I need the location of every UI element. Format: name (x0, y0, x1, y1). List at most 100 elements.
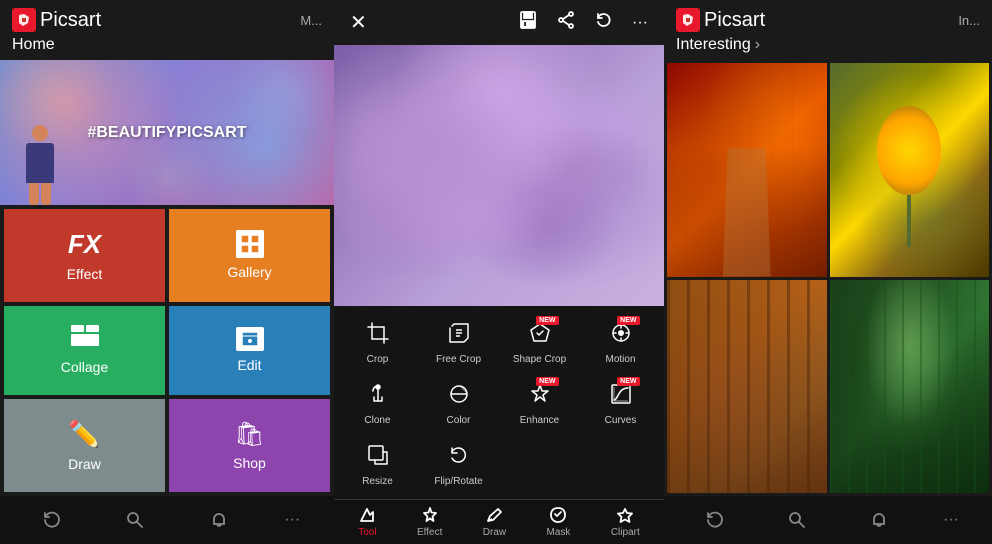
header-right-text: M... (300, 13, 322, 28)
effect-tab-label: Effect (417, 527, 442, 538)
mask-tab-label: Mask (547, 527, 571, 538)
gallery-panel: Picsart In... Interesting › (664, 0, 992, 544)
color-label: Color (447, 415, 471, 426)
gallery-section-title: Interesting (676, 36, 751, 54)
editor-header: ✕ (334, 0, 664, 45)
close-button[interactable]: ✕ (350, 10, 367, 35)
clipart-tab-label: Clipart (611, 527, 640, 538)
gallery-logo: Picsart (676, 8, 765, 32)
share-button[interactable] (556, 10, 576, 35)
crop-label: Crop (367, 354, 389, 365)
curves-new-badge: NEW (617, 377, 639, 386)
gallery-section-arrow: › (755, 36, 760, 54)
color-tool[interactable]: Color (419, 375, 498, 434)
editor-header-icons: ··· (518, 10, 648, 35)
crop-tool[interactable]: Crop (338, 314, 417, 373)
notification-button[interactable] (201, 502, 237, 538)
free-crop-tool[interactable]: Free Crop (419, 314, 498, 373)
curves-tool[interactable]: NEW Curves (581, 375, 660, 434)
draw-icon: ✏️ (68, 419, 100, 450)
tile-edit-label: Edit (237, 357, 261, 373)
shape-crop-icon: NEW (529, 322, 551, 350)
hero-banner: #BEAUTIFYPICSART (0, 60, 334, 205)
bottom-nav-panel1: ··· (0, 496, 334, 544)
flip-rotate-tool[interactable]: Flip/Rotate (419, 436, 498, 495)
more-options-button[interactable]: ··· (632, 14, 648, 32)
tile-shop[interactable]: 🛍 Shop (169, 399, 330, 492)
save-button[interactable] (518, 10, 538, 35)
resize-tool[interactable]: Resize (338, 436, 417, 495)
tile-collage[interactable]: Collage (4, 306, 165, 396)
tools-panel: Crop Free Crop (334, 306, 664, 499)
gallery-header-right: In... (958, 13, 980, 28)
shape-crop-label: Shape Crop (513, 354, 566, 365)
clone-tool[interactable]: Clone (338, 375, 417, 434)
tool-tab-label: Tool (358, 527, 376, 538)
curves-label: Curves (605, 415, 637, 426)
fx-icon: FX (68, 229, 101, 260)
shape-crop-new-badge: NEW (536, 316, 558, 325)
gallery-more-button[interactable]: ··· (943, 511, 959, 529)
gallery-refresh-button[interactable] (697, 502, 733, 538)
hero-text: #BEAUTIFYPICSART (87, 124, 246, 142)
gallery-icon (236, 230, 264, 258)
effect-tab[interactable]: Effect (417, 506, 442, 538)
nav-title: Home (12, 36, 322, 54)
home-panel: Picsart M... Home #BEAUTIFYPICSART FX Ef… (0, 0, 334, 544)
flip-rotate-icon (448, 444, 470, 472)
mask-tab[interactable]: Mask (547, 506, 571, 538)
color-icon (448, 383, 470, 411)
motion-label: Motion (605, 354, 635, 365)
draw-tab[interactable]: Draw (483, 506, 506, 538)
tile-gallery[interactable]: Gallery (169, 209, 330, 302)
crop-icon (367, 322, 389, 350)
motion-new-badge: NEW (617, 316, 639, 325)
logo-text: Picsart (40, 9, 101, 32)
tiles-grid: FX Effect Gallery Collage (0, 205, 334, 496)
gallery-image-green-forest[interactable] (830, 280, 990, 494)
gallery-logo-text: Picsart (704, 9, 765, 32)
tile-effect-label: Effect (67, 266, 103, 282)
gallery-notification-button[interactable] (861, 502, 897, 538)
gallery-image-sunflower[interactable] (830, 63, 990, 277)
editor-panel: ✕ (334, 0, 664, 544)
gallery-grid (664, 60, 992, 496)
more-button[interactable]: ··· (284, 511, 300, 529)
enhance-icon: NEW (529, 383, 551, 411)
tools-grid: Crop Free Crop (338, 314, 660, 495)
enhance-label: Enhance (520, 415, 559, 426)
clone-icon (367, 383, 389, 411)
tile-draw[interactable]: ✏️ Draw (4, 399, 165, 492)
tile-collage-label: Collage (61, 359, 108, 375)
undo-button[interactable] (594, 10, 614, 35)
curves-icon: NEW (610, 383, 632, 411)
bottom-nav-panel3: ··· (664, 496, 992, 544)
tile-effect[interactable]: FX Effect (4, 209, 165, 302)
tool-tab[interactable]: Tool (358, 506, 376, 538)
resize-icon (367, 444, 389, 472)
collage-icon (71, 325, 99, 353)
edit-icon (236, 327, 264, 351)
search-button[interactable] (117, 502, 153, 538)
tile-edit[interactable]: Edit (169, 306, 330, 396)
shape-crop-tool[interactable]: NEW Shape Crop (500, 314, 579, 373)
enhance-tool[interactable]: NEW Enhance (500, 375, 579, 434)
free-crop-icon (448, 322, 470, 350)
motion-tool[interactable]: NEW Motion (581, 314, 660, 373)
gallery-logo-icon (676, 8, 700, 32)
gallery-search-button[interactable] (779, 502, 815, 538)
flip-rotate-label: Flip/Rotate (434, 476, 482, 487)
enhance-new-badge: NEW (536, 377, 558, 386)
clone-label: Clone (364, 415, 390, 426)
editor-bottom-toolbar: Tool Effect Draw Mask Clip (334, 499, 664, 544)
logo: Picsart (12, 8, 101, 32)
draw-tab-label: Draw (483, 527, 506, 538)
shop-icon: 🛍 (234, 420, 264, 449)
resize-label: Resize (362, 476, 393, 487)
gallery-image-warm-forest[interactable] (667, 280, 827, 494)
gallery-image-autumn[interactable] (667, 63, 827, 277)
free-crop-label: Free Crop (436, 354, 481, 365)
clipart-tab[interactable]: Clipart (611, 506, 640, 538)
tile-gallery-label: Gallery (227, 264, 271, 280)
refresh-button[interactable] (34, 502, 70, 538)
